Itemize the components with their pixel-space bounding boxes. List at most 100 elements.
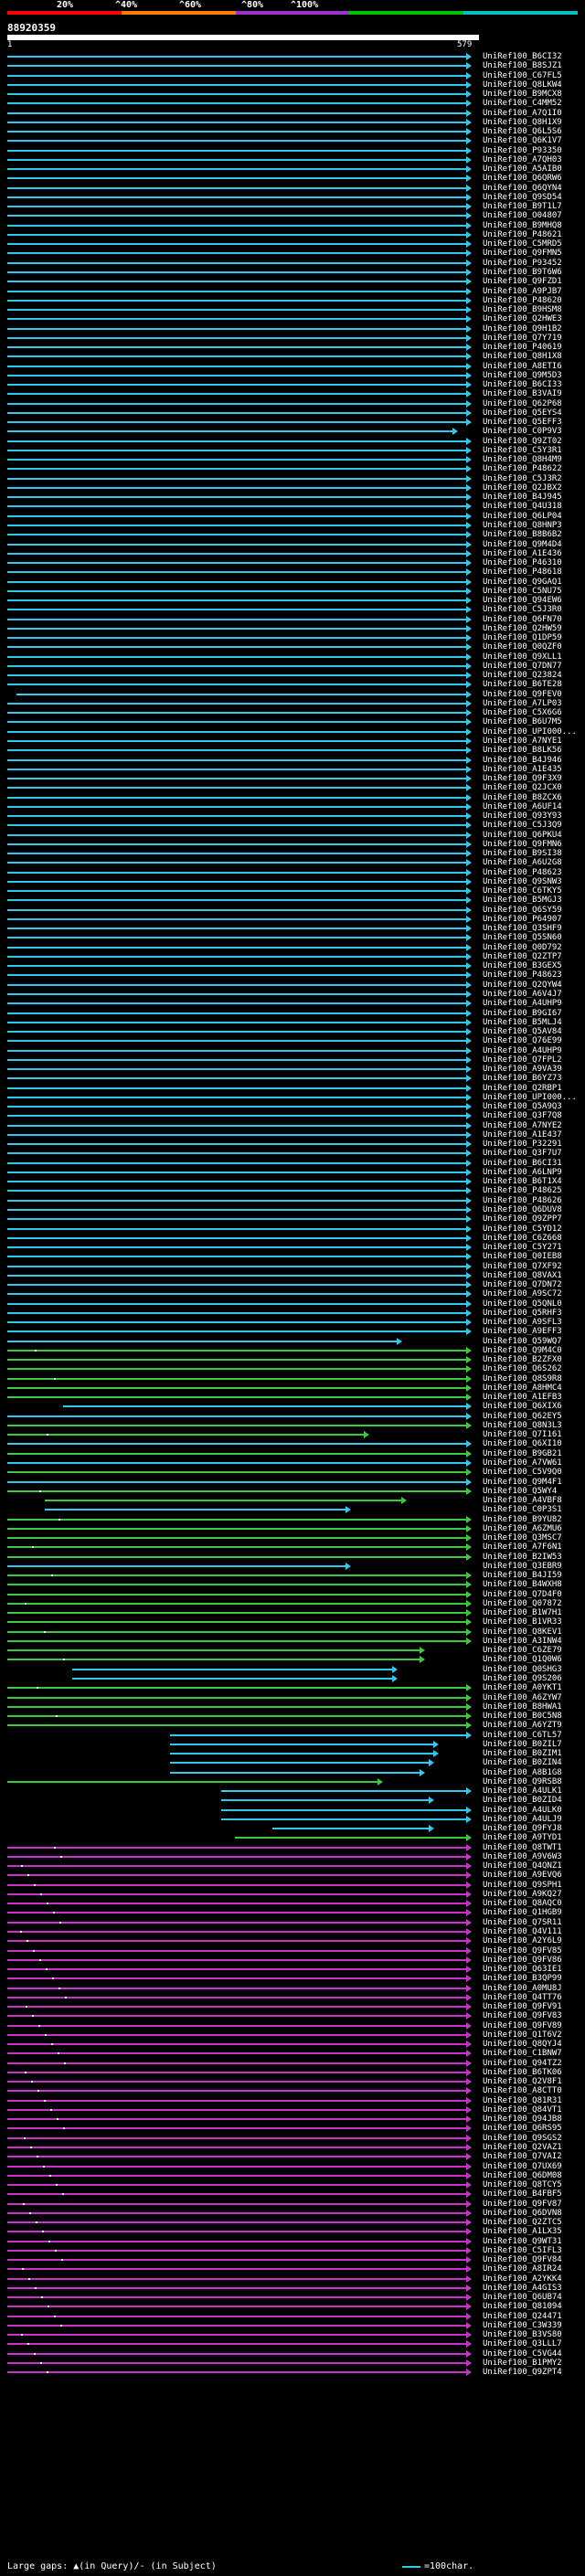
hit-bar[interactable] bbox=[7, 2286, 468, 2289]
hit-label[interactable]: UniRef100_Q8AQC0 bbox=[483, 1900, 562, 1908]
hit-bar[interactable] bbox=[7, 2221, 468, 2224]
hit-bar[interactable] bbox=[7, 2071, 468, 2073]
hit-bar[interactable] bbox=[7, 1321, 468, 1324]
hit-bar[interactable] bbox=[7, 571, 468, 574]
hit-bar[interactable] bbox=[7, 318, 468, 321]
hit-bar[interactable] bbox=[7, 1649, 422, 1652]
hit-bar[interactable] bbox=[7, 1171, 468, 1173]
hit-bar[interactable] bbox=[7, 65, 468, 68]
hit-bar[interactable] bbox=[7, 1218, 468, 1221]
hit-bar[interactable] bbox=[7, 1077, 468, 1080]
hit-label[interactable]: UniRef100_A1EFB3 bbox=[483, 1394, 562, 1402]
hit-bar[interactable] bbox=[7, 937, 468, 939]
hit-bar[interactable] bbox=[7, 430, 454, 433]
hit-bar[interactable] bbox=[7, 805, 468, 808]
hit-label[interactable]: UniRef100_C6TL57 bbox=[483, 1731, 562, 1740]
hit-label[interactable]: UniRef100_Q9M4F1 bbox=[483, 1478, 562, 1487]
hit-label[interactable]: UniRef100_B4JI59 bbox=[483, 1572, 562, 1580]
hit-label[interactable]: UniRef100_Q3F7U7 bbox=[483, 1150, 562, 1158]
hit-bar[interactable] bbox=[220, 1799, 431, 1802]
hit-label[interactable]: UniRef100_C5NU75 bbox=[483, 587, 562, 596]
hit-label[interactable]: UniRef100_C1BNW7 bbox=[483, 2050, 562, 2058]
hit-label[interactable]: UniRef100_Q0IEB8 bbox=[483, 1253, 562, 1261]
hit-bar[interactable] bbox=[7, 1659, 422, 1661]
hit-label[interactable]: UniRef100_P93452 bbox=[483, 259, 562, 268]
hit-label[interactable]: UniRef100_UPI000... bbox=[483, 727, 577, 737]
hit-label[interactable]: UniRef100_Q9XLL1 bbox=[483, 652, 562, 662]
hit-label[interactable]: UniRef100_A9V6W3 bbox=[483, 1852, 562, 1861]
hit-bar[interactable] bbox=[7, 1359, 468, 1362]
hit-bar[interactable] bbox=[7, 2306, 468, 2308]
hit-bar[interactable] bbox=[72, 1668, 394, 1670]
hit-label[interactable]: UniRef100_Q2QYW4 bbox=[483, 981, 562, 990]
hit-bar[interactable] bbox=[7, 2024, 468, 2027]
hit-bar[interactable] bbox=[7, 1284, 468, 1287]
hit-label[interactable]: UniRef100_C5J3Q9 bbox=[483, 822, 562, 830]
hit-bar[interactable] bbox=[7, 618, 468, 620]
hit-bar[interactable] bbox=[7, 627, 468, 630]
hit-bar[interactable] bbox=[62, 1405, 468, 1408]
hit-bar[interactable] bbox=[169, 1743, 436, 1745]
hit-label[interactable]: UniRef100_Q9WT31 bbox=[483, 2237, 562, 2246]
hit-label[interactable]: UniRef100_B0ZIM1 bbox=[483, 1750, 562, 1758]
hit-bar[interactable] bbox=[7, 2193, 468, 2196]
hit-label[interactable]: UniRef100_B2IW53 bbox=[483, 1553, 562, 1562]
hit-bar[interactable] bbox=[7, 177, 468, 180]
hit-label[interactable]: UniRef100_A1LX35 bbox=[483, 2228, 562, 2236]
hit-label[interactable]: UniRef100_B9GB21 bbox=[483, 1449, 562, 1458]
hit-bar[interactable] bbox=[7, 1639, 468, 1642]
hit-label[interactable]: UniRef100_Q3F7Q8 bbox=[483, 1112, 562, 1120]
hit-bar[interactable] bbox=[234, 1837, 468, 1839]
hit-label[interactable]: UniRef100_P48626 bbox=[483, 1196, 562, 1205]
hit-label[interactable]: UniRef100_B6U7M5 bbox=[483, 718, 562, 726]
hit-label[interactable]: UniRef100_P48623 bbox=[483, 868, 562, 877]
hit-bar[interactable] bbox=[7, 1696, 468, 1699]
hit-bar[interactable] bbox=[7, 908, 468, 911]
hit-label[interactable]: UniRef100_P48622 bbox=[483, 465, 562, 473]
hit-bar[interactable] bbox=[7, 2174, 468, 2177]
hit-bar[interactable] bbox=[7, 862, 468, 864]
hit-label[interactable]: UniRef100_Q9M5D3 bbox=[483, 371, 562, 380]
hit-bar[interactable] bbox=[7, 599, 468, 602]
hit-label[interactable]: UniRef100_Q9FZD1 bbox=[483, 278, 562, 286]
hit-label[interactable]: UniRef100_B6CI31 bbox=[483, 1159, 562, 1168]
hit-label[interactable]: UniRef100_Q9SPH1 bbox=[483, 1881, 562, 1890]
hit-label[interactable]: UniRef100_B3QP99 bbox=[483, 1975, 562, 1983]
hit-label[interactable]: UniRef100_C6ZE79 bbox=[483, 1647, 562, 1655]
hit-bar[interactable] bbox=[7, 2136, 468, 2139]
hit-label[interactable]: UniRef100_P32291 bbox=[483, 1140, 562, 1149]
hit-label[interactable]: UniRef100_B9MCX8 bbox=[483, 90, 562, 99]
hit-bar[interactable] bbox=[7, 1780, 380, 1783]
hit-bar[interactable] bbox=[7, 1987, 468, 1989]
hit-bar[interactable] bbox=[7, 1302, 468, 1305]
hit-label[interactable]: UniRef100_A9SC72 bbox=[483, 1290, 562, 1299]
hit-label[interactable]: UniRef100_Q5RHF3 bbox=[483, 1309, 562, 1318]
hit-bar[interactable] bbox=[7, 1949, 468, 1952]
hit-label[interactable]: UniRef100_Q6L5S6 bbox=[483, 128, 562, 136]
hit-label[interactable]: UniRef100_A8ETI6 bbox=[483, 362, 562, 371]
hit-label[interactable]: UniRef100_Q1T6V2 bbox=[483, 2030, 562, 2040]
hit-label[interactable]: UniRef100_Q8VAX1 bbox=[483, 1271, 562, 1280]
hit-bar[interactable] bbox=[7, 1480, 468, 1483]
hit-bar[interactable] bbox=[7, 946, 468, 949]
hit-label[interactable]: UniRef100_A9EFF3 bbox=[483, 1328, 562, 1336]
hit-bar[interactable] bbox=[7, 196, 468, 198]
hit-label[interactable]: UniRef100_Q6QRW6 bbox=[483, 175, 562, 183]
hit-label[interactable]: UniRef100_A7NYE1 bbox=[483, 737, 562, 746]
hit-label[interactable]: UniRef100_A6ZMU6 bbox=[483, 1524, 562, 1533]
hit-label[interactable]: UniRef100_B3GEX5 bbox=[483, 962, 562, 970]
hit-label[interactable]: UniRef100_Q9SGS2 bbox=[483, 2134, 562, 2143]
hit-label[interactable]: UniRef100_Q5SN60 bbox=[483, 934, 562, 942]
hit-label[interactable]: UniRef100_Q9FV85 bbox=[483, 1946, 562, 1956]
hit-bar[interactable] bbox=[7, 1208, 468, 1211]
hit-label[interactable]: UniRef100_Q23824 bbox=[483, 672, 562, 680]
hit-label[interactable]: UniRef100_B0ZIN4 bbox=[483, 1759, 562, 1767]
hit-bar[interactable] bbox=[7, 2015, 468, 2018]
hit-label[interactable]: UniRef100_Q6FN70 bbox=[483, 615, 562, 624]
hit-label[interactable]: UniRef100_A4GIS3 bbox=[483, 2284, 562, 2293]
hit-bar[interactable] bbox=[7, 327, 468, 330]
hit-label[interactable]: UniRef100_A4ULJ9 bbox=[483, 1815, 562, 1824]
hit-label[interactable]: UniRef100_A3INW4 bbox=[483, 1637, 562, 1646]
hit-bar[interactable] bbox=[7, 1489, 468, 1492]
hit-bar[interactable] bbox=[7, 2231, 468, 2233]
